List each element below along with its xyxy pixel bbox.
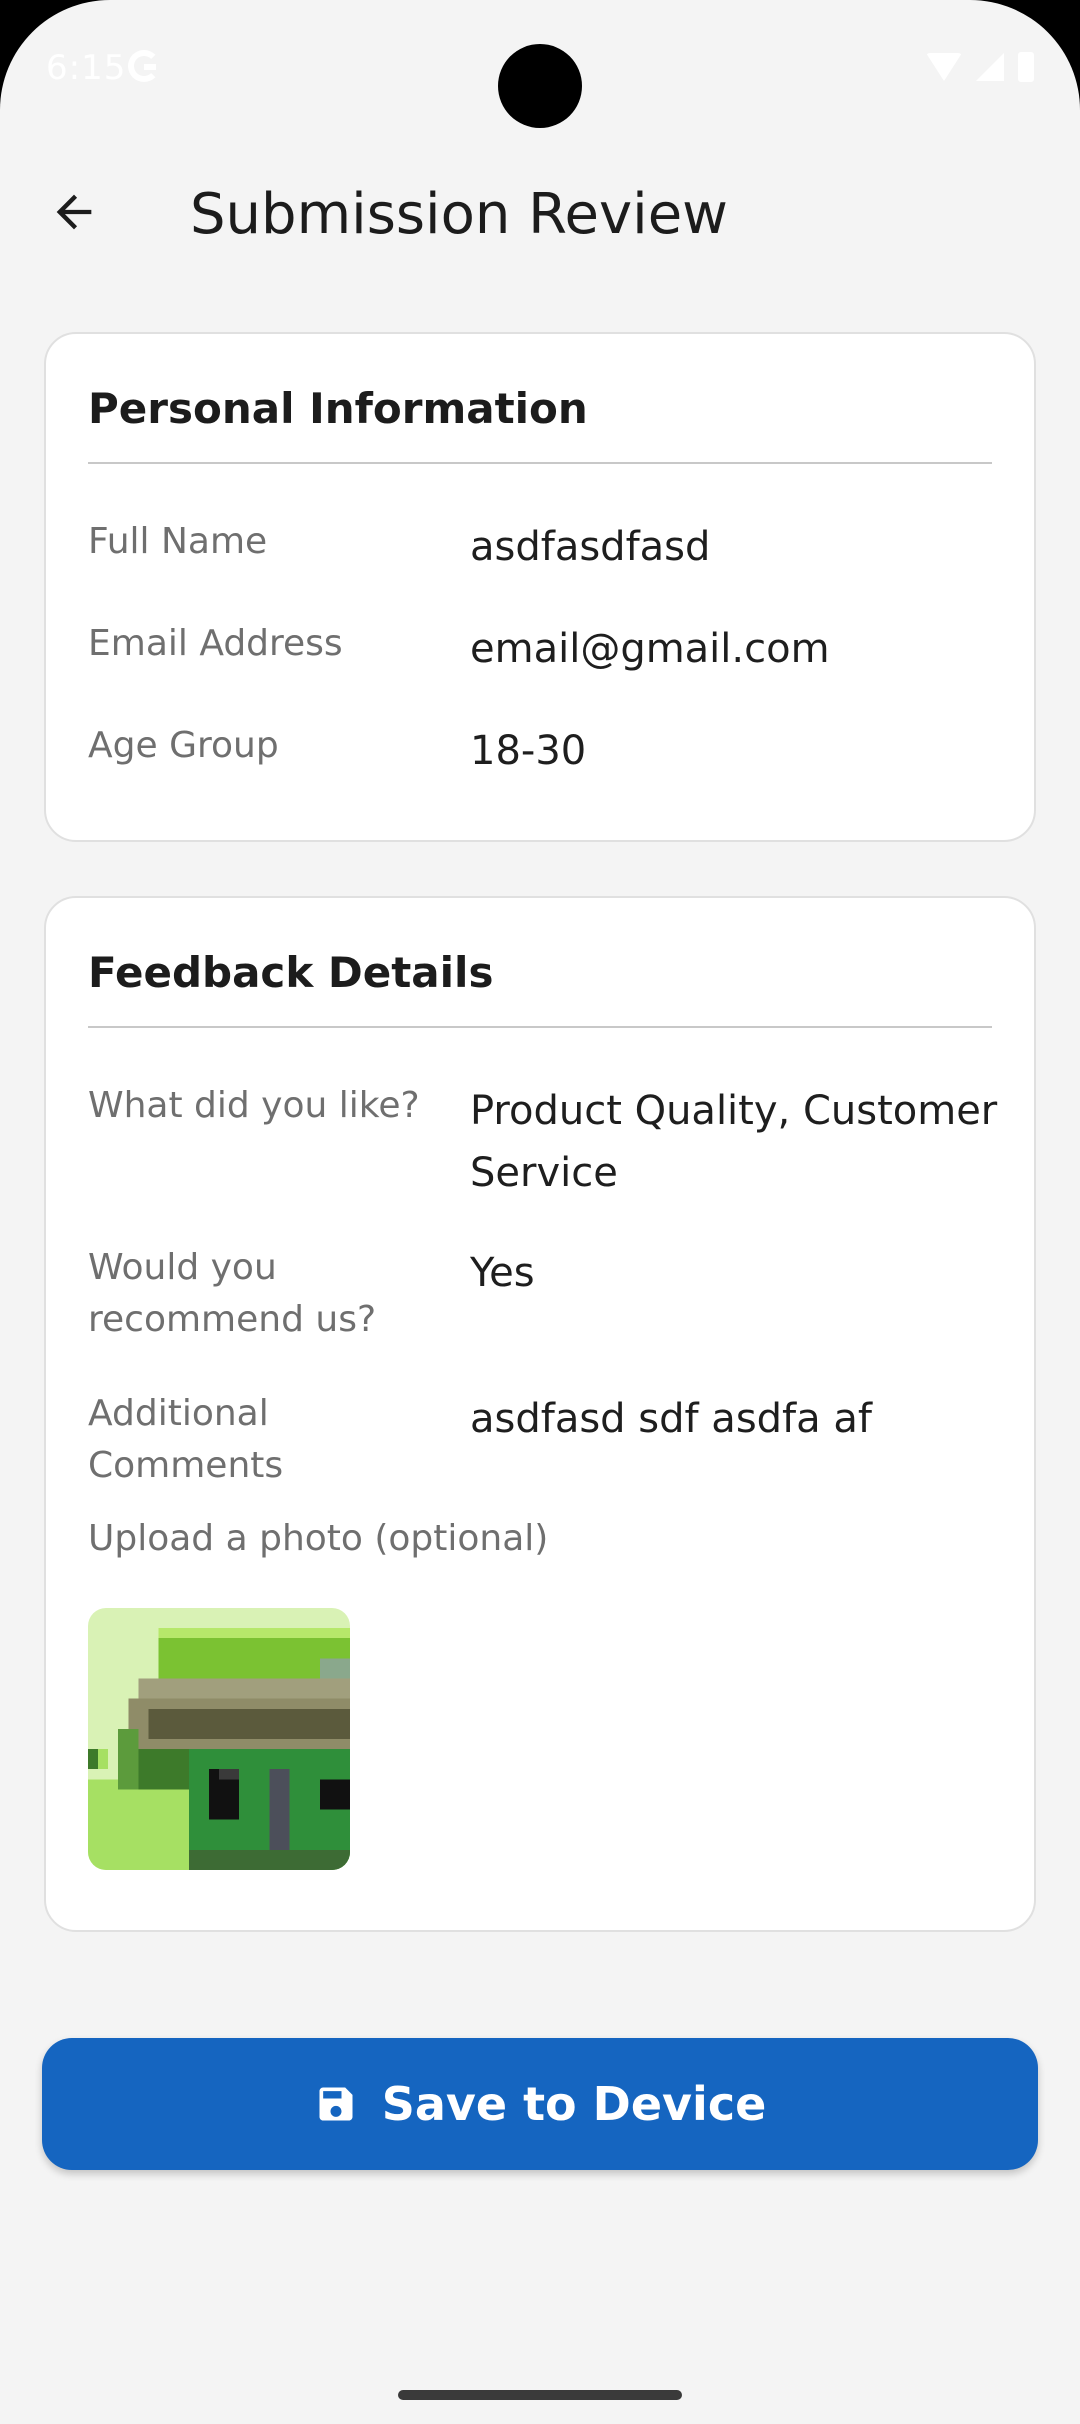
divider <box>88 1026 992 1028</box>
field-label: Would you recommend us? <box>88 1247 377 1340</box>
google-icon <box>128 50 160 82</box>
photo-label: Upload a photo (optional) <box>88 1518 549 1559</box>
status-time: 6:15 <box>46 48 127 88</box>
arrow-back-icon <box>56 194 92 230</box>
card-title: Personal Information <box>88 384 588 433</box>
divider <box>88 462 992 464</box>
field-value: asdfasd sdf asdfa af <box>470 1396 872 1442</box>
field-label: Email Address <box>88 623 343 664</box>
home-indicator[interactable] <box>398 2390 682 2400</box>
field-label: Age Group <box>88 725 279 766</box>
field-value: Yes <box>470 1250 535 1296</box>
field-label: Additional Comments <box>88 1393 284 1486</box>
save-label: Save to Device <box>381 2077 767 2131</box>
phone-screen: 6:15 Submission Review Personal Informat… <box>0 0 1080 2424</box>
floppy-disk-icon <box>319 2087 353 2121</box>
feedback-details-card: Feedback Details What did you like? Prod… <box>44 896 1036 1932</box>
field-value: Product Quality, Customer Service <box>470 1088 998 1196</box>
signal-icon <box>976 53 1004 81</box>
house-pixel-image <box>88 1608 350 1870</box>
wifi-icon <box>926 53 962 81</box>
app-bar: Submission Review <box>0 160 1080 270</box>
field-label: What did you like? <box>88 1085 420 1126</box>
field-value: asdfasdfasd <box>470 524 711 570</box>
field-value: 18-30 <box>470 728 587 774</box>
camera-cutout <box>498 44 582 128</box>
field-value: email@gmail.com <box>470 626 830 672</box>
save-to-device-button[interactable]: Save to Device <box>42 2038 1038 2170</box>
uploaded-photo[interactable] <box>88 1608 350 1870</box>
back-button[interactable] <box>34 172 114 252</box>
field-label: Full Name <box>88 521 268 562</box>
status-icons <box>926 52 1034 82</box>
battery-icon <box>1018 52 1034 82</box>
card-title: Feedback Details <box>88 948 494 997</box>
status-bar: 6:15 <box>0 0 1080 140</box>
personal-info-card: Personal Information Full Name asdfasdfa… <box>44 332 1036 842</box>
page-title: Submission Review <box>190 182 728 247</box>
